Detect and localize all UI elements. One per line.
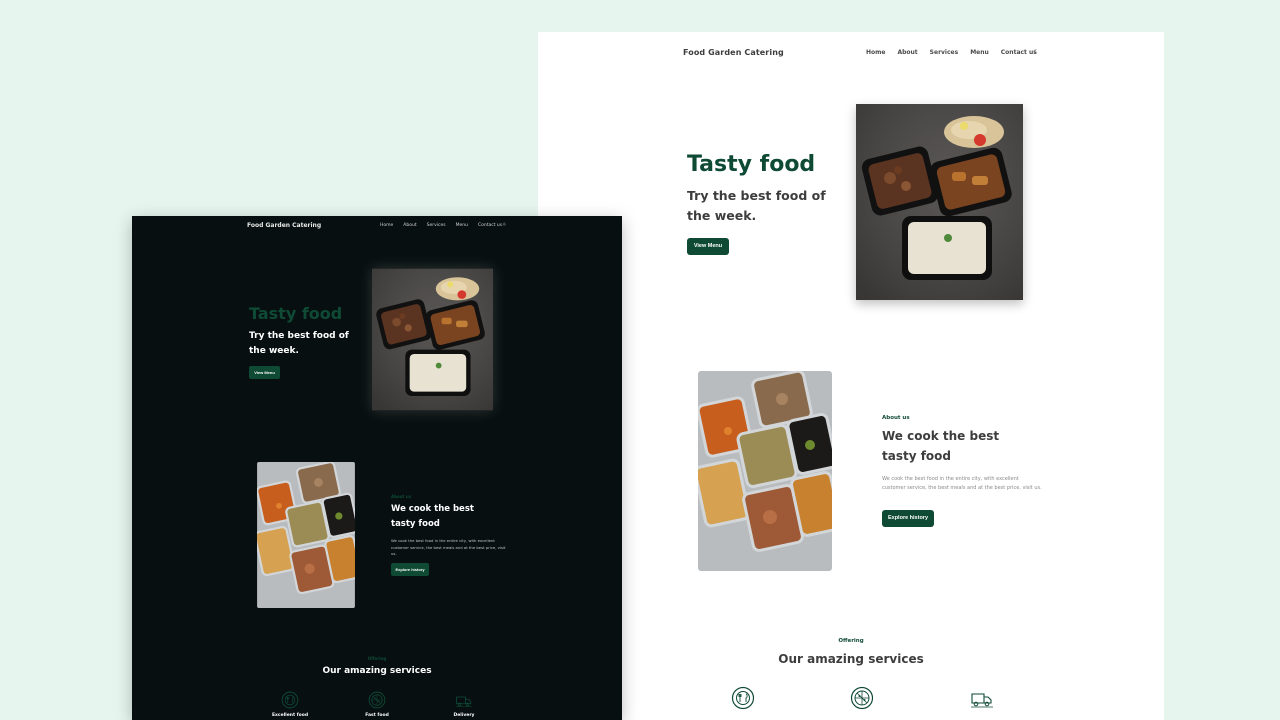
nav-menu: Home About Services Menu Contact us — [866, 49, 1037, 56]
site-logo[interactable]: Food Garden Catering — [683, 48, 784, 57]
about-text: We cook the best food in the entire city… — [882, 476, 1042, 491]
about-text: We cook the best food in the entire city… — [391, 538, 506, 556]
about-food-image — [257, 462, 355, 608]
services-title: Our amazing services — [778, 652, 924, 666]
service-label-excellent-food: Excellent food — [271, 713, 309, 718]
navbar: Food Garden Catering Home About Services… — [538, 40, 1164, 66]
nav-link-services[interactable]: Services — [930, 49, 959, 56]
pizza-icon — [368, 691, 386, 709]
dark-theme-mockup: Food Garden Catering Home About Services… — [132, 216, 622, 720]
nav-link-about[interactable]: About — [897, 49, 917, 56]
pizza-icon — [850, 686, 874, 710]
delivery-truck-icon — [970, 686, 994, 710]
explore-history-button[interactable]: Explore history — [882, 510, 934, 527]
nav-link-home[interactable]: Home — [866, 49, 885, 56]
about-food-image — [698, 371, 832, 571]
site-logo[interactable]: Food Garden Catering — [247, 222, 321, 229]
service-label-delivery: Delivery — [453, 713, 475, 718]
hero-meal-image — [372, 268, 493, 411]
hero-title: Tasty food — [687, 152, 816, 177]
nav-link-contact[interactable]: Contact us — [1001, 49, 1037, 56]
nav-link-home[interactable]: Home — [380, 223, 393, 228]
about-eyebrow: About us — [391, 494, 412, 499]
moon-icon[interactable]: ☾ — [1033, 48, 1039, 56]
dinner-plate-icon — [281, 691, 299, 709]
nav-link-menu[interactable]: Menu — [456, 223, 468, 228]
about-title: We cook the best tasty food — [391, 504, 474, 529]
hero-meal-image — [856, 104, 1023, 300]
sun-icon[interactable]: ☼ — [502, 222, 506, 228]
dinner-plate-icon — [731, 686, 755, 710]
light-theme-mockup: Food Garden Catering Home About Services… — [538, 32, 1164, 720]
about-title: We cook the best tasty food — [882, 429, 1000, 463]
nav-link-services[interactable]: Services — [427, 223, 446, 228]
service-label-fast-food: Fast food — [365, 713, 389, 718]
services-eyebrow: Offering — [367, 656, 387, 661]
nav-link-menu[interactable]: Menu — [970, 49, 989, 56]
hero-title: Tasty food — [249, 304, 343, 323]
nav-link-contact[interactable]: Contact us — [478, 223, 502, 228]
services-title: Our amazing services — [322, 666, 432, 676]
hero-subtitle: Try the best food of the week. — [249, 331, 349, 356]
nav-link-about[interactable]: About — [403, 223, 416, 228]
nav-menu: Home About Services Menu Contact us — [380, 223, 502, 228]
view-menu-button[interactable]: View Menu — [687, 238, 729, 255]
hero-subtitle: Try the best food of the week. — [687, 188, 826, 223]
services-eyebrow: Offering — [838, 638, 864, 644]
explore-history-button[interactable]: Explore history — [391, 563, 429, 576]
view-menu-button[interactable]: View Menu — [249, 366, 280, 379]
about-eyebrow: About us — [882, 415, 910, 421]
delivery-truck-icon — [455, 691, 473, 709]
